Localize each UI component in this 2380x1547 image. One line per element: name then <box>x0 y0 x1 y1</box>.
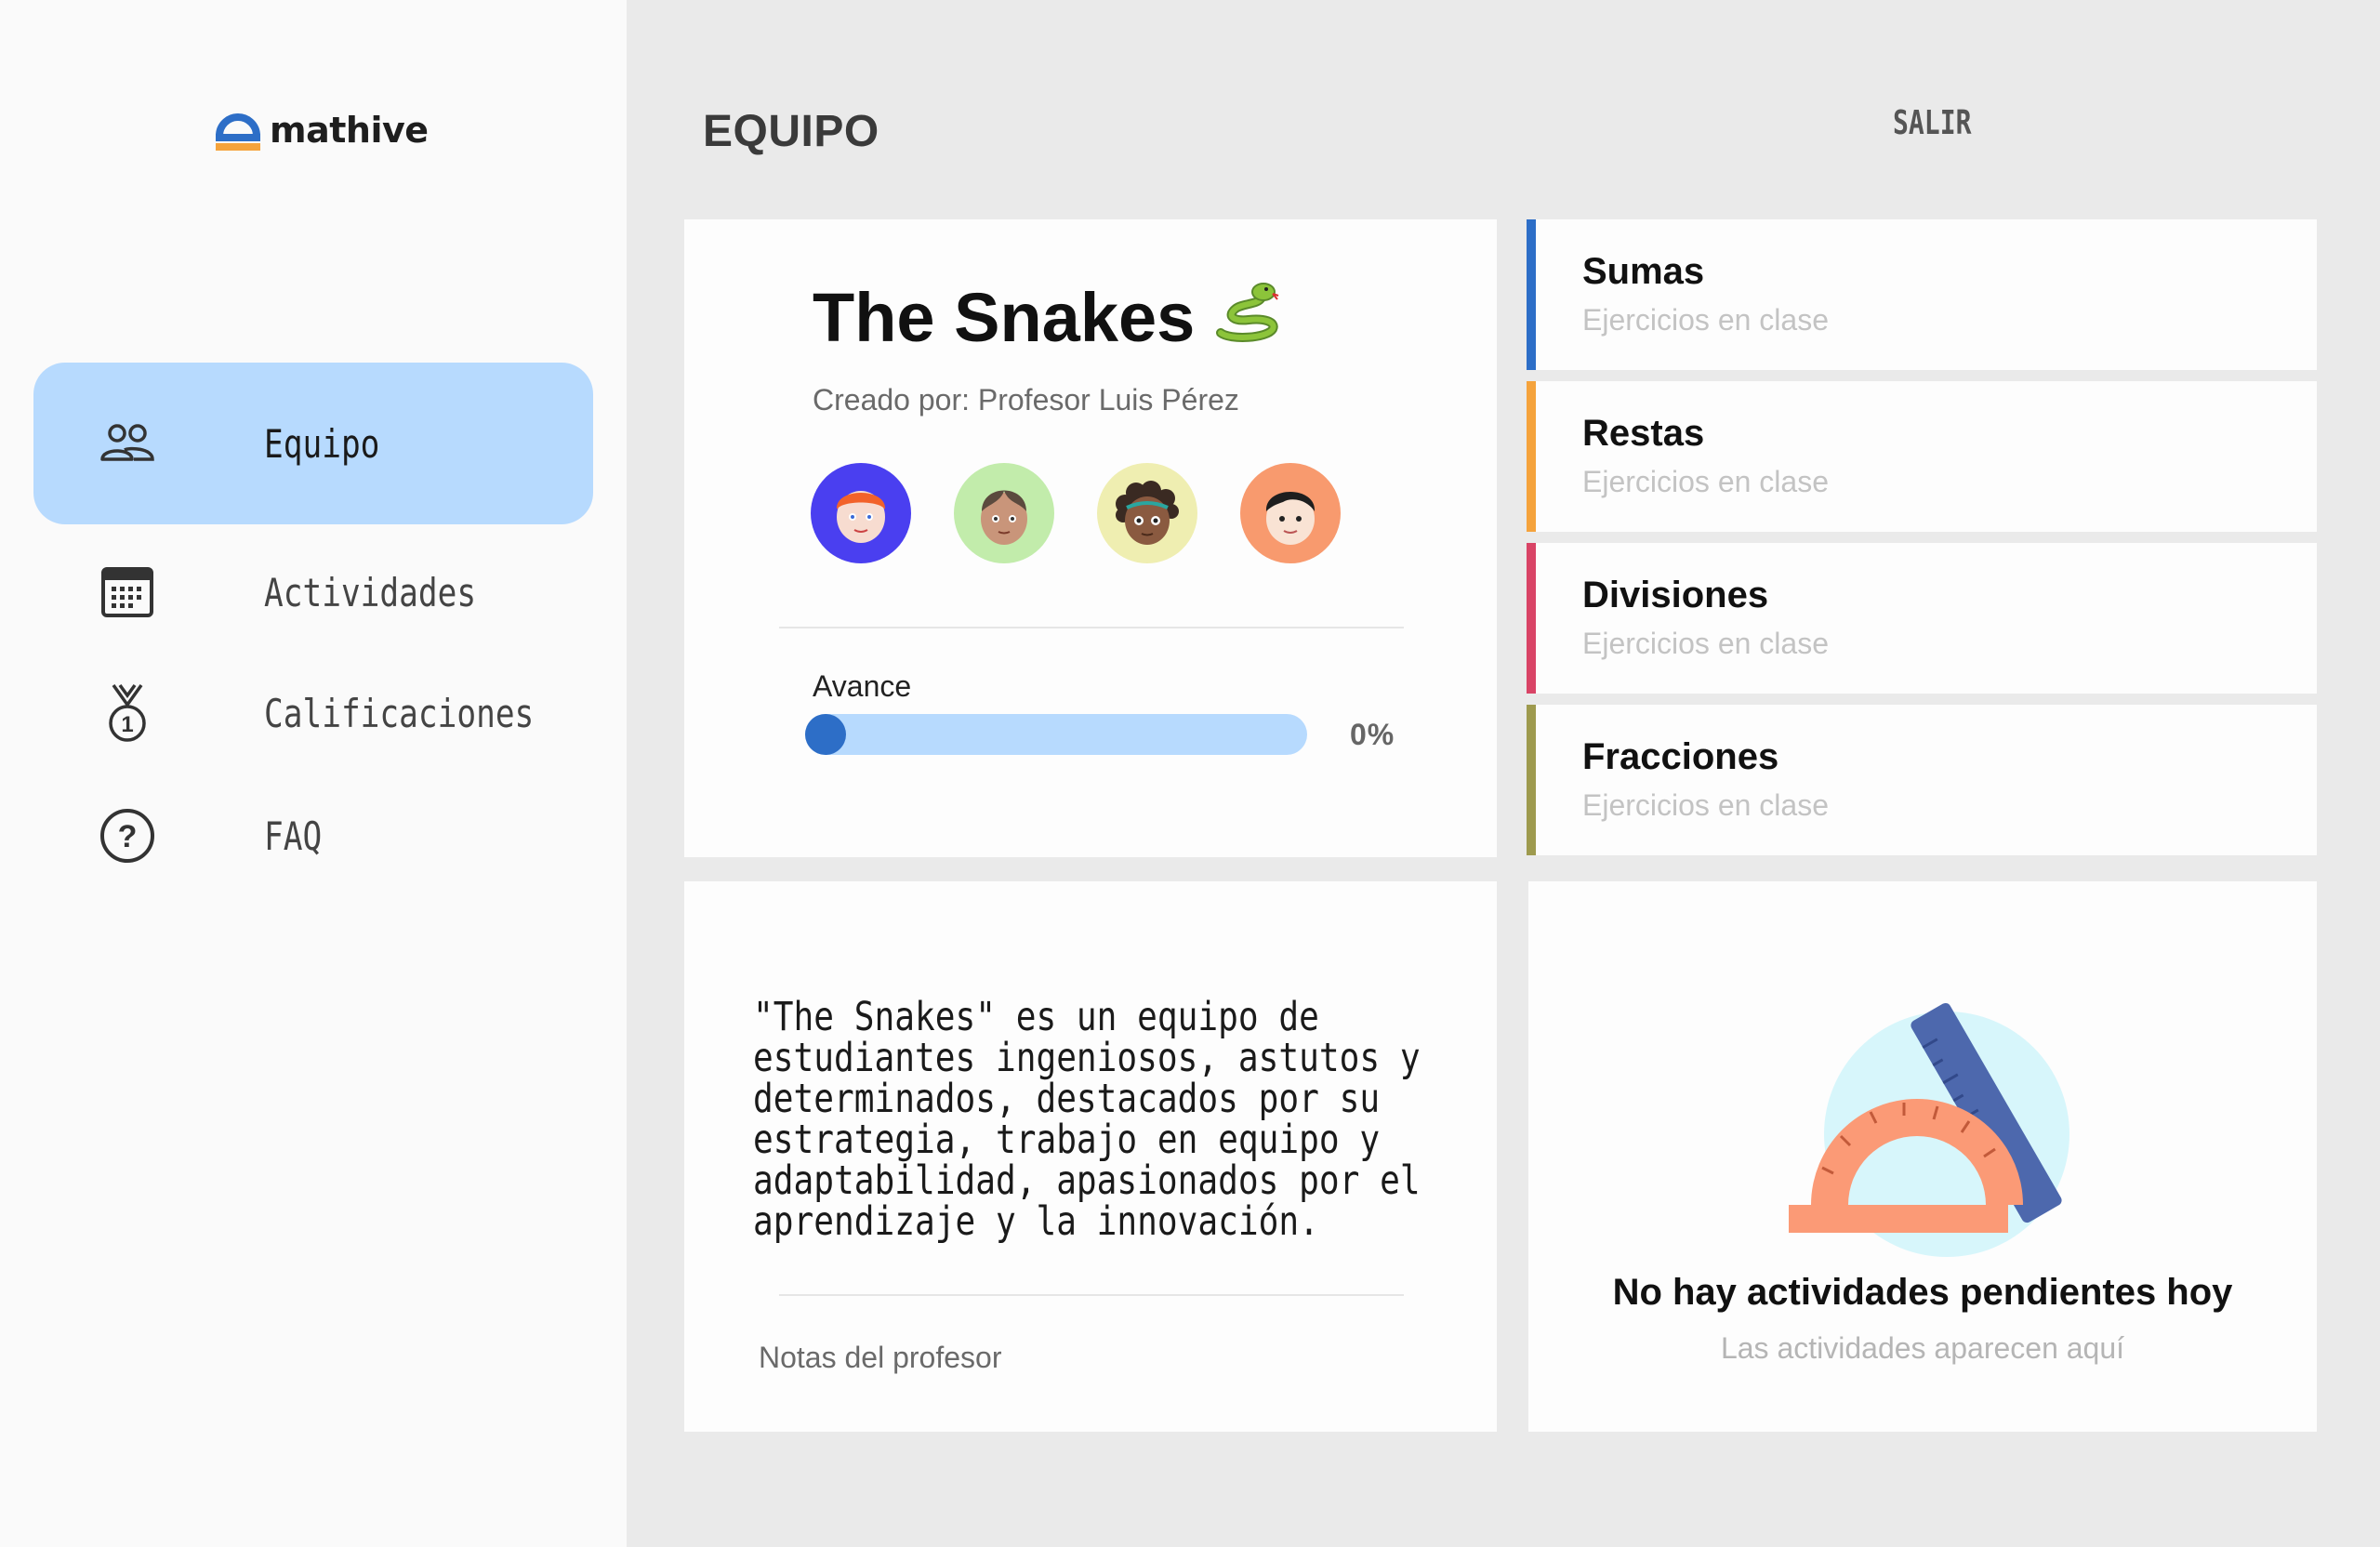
logo-text: mathive <box>270 110 429 151</box>
activities-card: No hay actividades pendientes hoy Las ac… <box>1528 881 2317 1432</box>
team-creator: Creado por: Profesor Luis Pérez <box>813 383 1239 416</box>
medal-icon: 1 <box>95 681 160 746</box>
help-circle-icon: ? <box>95 803 160 868</box>
avatar-brown-hair-icon[interactable] <box>954 463 1054 563</box>
topic-subtitle: Ejercicios en clase <box>1582 465 1829 498</box>
progress-label: Avance <box>813 669 912 703</box>
empty-state-subtitle: Las actividades aparecen aquí <box>1720 1331 2125 1365</box>
sidebar-item-label: FAQ <box>264 813 323 859</box>
teacher-notes-card: "The Snakes" es un equipo de estudiantes… <box>684 881 1497 1432</box>
avatar-curly-hair-icon[interactable] <box>1097 463 1197 563</box>
topic-title: Fracciones <box>1582 736 1779 777</box>
topic-card-fracciones[interactable]: Fracciones Ejercicios en clase <box>1527 705 2317 855</box>
svg-text:?: ? <box>118 819 138 854</box>
topic-color-bar <box>1527 381 1536 532</box>
svg-text:1: 1 <box>121 712 133 737</box>
progress-bar <box>805 714 1307 755</box>
sidebar-item-faq[interactable]: ? FAQ <box>33 755 593 917</box>
topic-title: Restas <box>1582 413 1705 454</box>
app-logo[interactable]: mathive <box>214 110 429 151</box>
teacher-notes-text: "The Snakes" es un equipo de estudiantes… <box>753 994 1421 1245</box>
sidebar-item-label: Calificaciones <box>264 690 535 736</box>
sidebar-item-equipo[interactable]: Equipo <box>33 363 593 524</box>
empty-state-title: No hay actividades pendientes hoy <box>1612 1272 2233 1313</box>
team-members <box>811 463 1341 563</box>
sidebar-item-label: Equipo <box>264 420 380 467</box>
team-name: The Snakes <box>813 277 1282 358</box>
divider <box>779 627 1404 628</box>
topic-card-sumas[interactable]: Sumas Ejercicios en clase <box>1527 219 2317 370</box>
progress-knob <box>805 714 846 755</box>
avatar-red-hair-icon[interactable] <box>811 463 911 563</box>
sidebar: mathive Equipo Actividades 1 Calificacio… <box>0 0 627 1547</box>
topic-card-restas[interactable]: Restas Ejercicios en clase <box>1527 381 2317 532</box>
calendar-icon <box>95 560 160 625</box>
avatar-black-hair-icon[interactable] <box>1240 463 1341 563</box>
users-icon <box>95 411 160 476</box>
team-card: The Snakes Creado por: Profesor Luis Pér… <box>684 219 1497 857</box>
divider <box>779 1294 1404 1296</box>
topic-title: Sumas <box>1582 251 1705 292</box>
page-title: EQUIPO <box>703 107 879 156</box>
topic-color-bar <box>1527 705 1536 855</box>
snake-icon <box>1211 277 1282 358</box>
logout-button[interactable]: SALIR <box>1893 104 1972 142</box>
teacher-notes-label: Notas del profesor <box>759 1341 1002 1374</box>
progress-value: 0% <box>1350 718 1395 751</box>
topic-subtitle: Ejercicios en clase <box>1582 788 1829 822</box>
topic-subtitle: Ejercicios en clase <box>1582 627 1829 660</box>
team-name-text: The Snakes <box>813 279 1196 356</box>
protractor-ruler-icon <box>1789 985 2086 1264</box>
sidebar-item-label: Actividades <box>264 569 477 615</box>
logo-mark-icon <box>214 110 262 151</box>
topic-card-divisiones[interactable]: Divisiones Ejercicios en clase <box>1527 543 2317 694</box>
topic-subtitle: Ejercicios en clase <box>1582 303 1829 337</box>
topic-title: Divisiones <box>1582 575 1769 615</box>
topic-color-bar <box>1527 543 1536 694</box>
topic-color-bar <box>1527 219 1536 370</box>
